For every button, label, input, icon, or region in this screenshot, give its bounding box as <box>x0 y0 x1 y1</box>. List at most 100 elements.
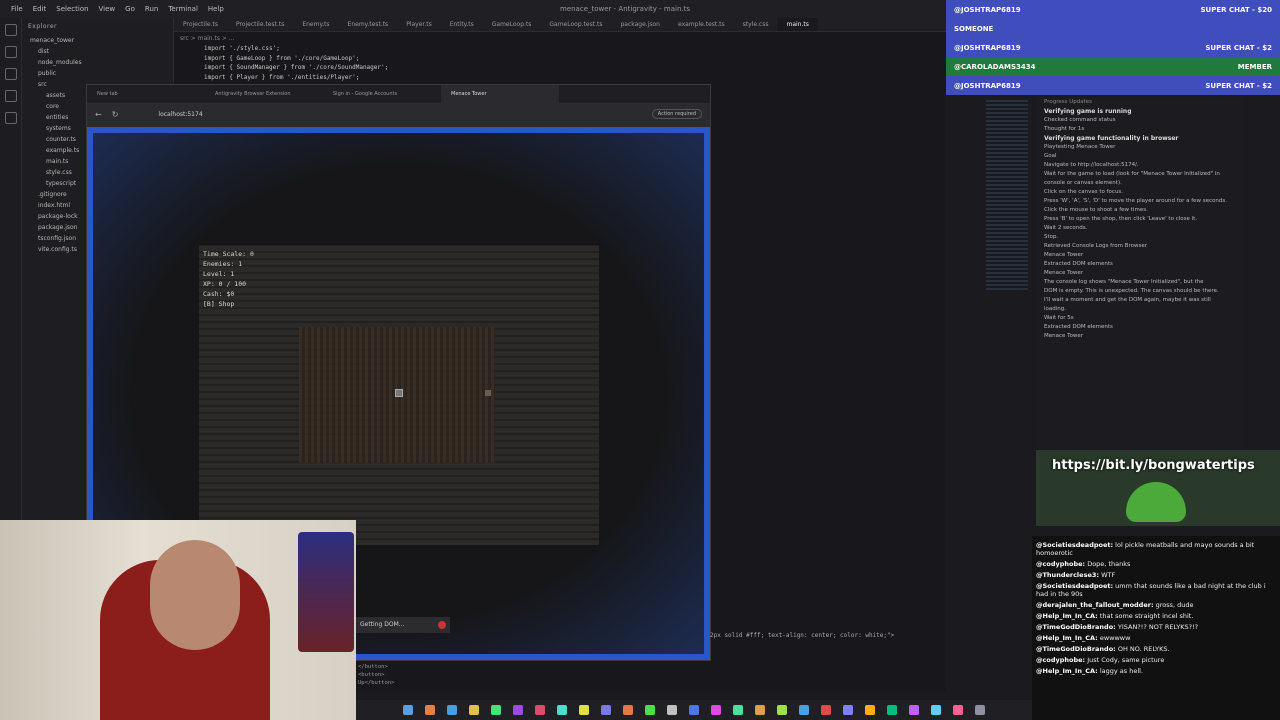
search-icon[interactable] <box>5 46 17 58</box>
gift-decoration <box>298 532 354 652</box>
editor-tab[interactable]: Player.ts <box>397 18 441 31</box>
stop-icon[interactable] <box>438 621 446 629</box>
reload-icon[interactable]: ↻ <box>112 110 119 119</box>
code-line: import './style.css'; <box>204 45 280 52</box>
tree-item[interactable]: node_modules <box>22 57 173 68</box>
source-control-icon[interactable] <box>5 68 17 80</box>
taskbar-app-icon[interactable] <box>623 705 633 715</box>
breadcrumb: src > main.ts > ... <box>180 35 235 42</box>
superchat-row: @CAROLADAMS3434 MEMBER <box>946 57 1280 76</box>
taskbar-app-icon[interactable] <box>953 705 963 715</box>
editor-tab[interactable]: GameLoop.test.ts <box>540 18 611 31</box>
promo-link: https://bit.ly/bongwatertips <box>1052 458 1255 473</box>
extensions-icon[interactable] <box>5 112 17 124</box>
menu-terminal[interactable]: Terminal <box>168 5 198 13</box>
taskbar-app-icon[interactable] <box>535 705 545 715</box>
taskbar-app-icon[interactable] <box>711 705 721 715</box>
code-fragment-bottom: </button> <button> Up</button> <box>358 663 394 687</box>
editor-tab[interactable]: example.test.ts <box>669 18 734 31</box>
address-bar[interactable]: ← ↻ localhost:5174 Action required <box>87 103 710 125</box>
agent-item: Click on the canvas to focus. <box>1044 189 1124 195</box>
taskbar-app-icon[interactable] <box>469 705 479 715</box>
taskbar-app-icon[interactable] <box>887 705 897 715</box>
menu-edit[interactable]: Edit <box>33 5 47 13</box>
taskbar-app-icon[interactable] <box>755 705 765 715</box>
game-canvas[interactable]: Time Scale: 0 Enemies: 1 Level: 1 XP: 0 / 1… <box>199 245 599 545</box>
taskbar-app-icon[interactable] <box>491 705 501 715</box>
taskbar-app-icon[interactable] <box>557 705 567 715</box>
taskbar-app-icon[interactable] <box>579 705 589 715</box>
agent-item: Wait 2 seconds. <box>1044 225 1088 231</box>
taskbar-app-icon[interactable] <box>513 705 523 715</box>
taskbar-app-icon[interactable] <box>931 705 941 715</box>
editor-tab[interactable]: Projectile.ts <box>174 18 227 31</box>
menu-go[interactable]: Go <box>125 5 135 13</box>
back-icon[interactable]: ← <box>95 110 102 119</box>
taskbar-app-icon[interactable] <box>777 705 787 715</box>
editor-tab[interactable]: main.ts <box>777 18 818 31</box>
editor-tab[interactable]: Enemy.test.ts <box>339 18 398 31</box>
chat-message: @Help_Im_In_CA: that some straight incel… <box>1036 612 1276 620</box>
tree-item[interactable]: public <box>22 68 173 79</box>
chat-text: laggy as hell. <box>1099 667 1144 675</box>
chat-user: @codyphobe: <box>1036 656 1086 664</box>
agent-item: Click the mouse to shoot a few times. <box>1044 207 1148 213</box>
hud-line: Level: 1 <box>203 270 235 278</box>
taskbar-app-icon[interactable] <box>425 705 435 715</box>
agent-items: Verifying game is running Checked command… <box>1036 107 1244 341</box>
agent-item: Extracted DOM elements <box>1044 261 1113 267</box>
taskbar-app-icon[interactable] <box>645 705 655 715</box>
agent-item: Thought for 1s <box>1044 126 1085 132</box>
url-text[interactable]: localhost:5174 <box>158 111 202 118</box>
editor-tab[interactable]: Enemy.ts <box>293 18 338 31</box>
browser-tab[interactable]: Menace Tower <box>441 85 559 103</box>
taskbar-app-icon[interactable] <box>843 705 853 715</box>
taskbar-app-icon[interactable] <box>975 705 985 715</box>
agent-item: Stop. <box>1044 234 1059 240</box>
tree-item[interactable]: dist <box>22 46 173 57</box>
taskbar-app-icon[interactable] <box>667 705 677 715</box>
action-required-badge[interactable]: Action required <box>651 109 702 119</box>
editor-tab[interactable]: Projectile.test.ts <box>227 18 293 31</box>
editor-tab[interactable]: GameLoop.ts <box>483 18 541 31</box>
menu-file[interactable]: File <box>11 5 23 13</box>
superchat-label: SUPER CHAT - $20 <box>1200 5 1272 14</box>
taskbar-app-icon[interactable] <box>601 705 611 715</box>
chat-text: ewwwww <box>1099 634 1131 642</box>
taskbar-app-icon[interactable] <box>821 705 831 715</box>
minimap[interactable] <box>986 100 1028 290</box>
editor-tab[interactable]: style.css <box>734 18 778 31</box>
editor-tab[interactable]: package.json <box>611 18 669 31</box>
menu-view[interactable]: View <box>99 5 116 13</box>
browser-tab[interactable]: Sign in - Google Accounts <box>323 91 441 97</box>
code-line: <button> <box>358 672 385 678</box>
agent-item: loading. <box>1044 306 1067 312</box>
editor-tab[interactable]: Entity.ts <box>441 18 483 31</box>
menu-help[interactable]: Help <box>208 5 224 13</box>
agent-item: The console log shows "Menace Tower Init… <box>1044 279 1204 285</box>
explorer-title: Explorer <box>28 23 57 30</box>
tree-item[interactable]: menace_tower <box>22 35 173 46</box>
taskbar-app-icon[interactable] <box>799 705 809 715</box>
ide-menubar: File Edit Selection View Go Run Terminal Help me… <box>0 0 946 18</box>
browser-tab[interactable]: New tab <box>87 91 205 97</box>
frog-icon <box>1126 482 1186 522</box>
chat-user: @Help_Im_In_CA: <box>1036 634 1098 642</box>
run-debug-icon[interactable] <box>5 90 17 102</box>
taskbar-app-icon[interactable] <box>447 705 457 715</box>
taskbar-app-icon[interactable] <box>689 705 699 715</box>
browser-tab[interactable]: Antigravity Browser Extension <box>205 91 323 97</box>
agent-item: Goal <box>1044 153 1057 159</box>
agent-item: Wait for the game to load (look for "Men… <box>1044 171 1220 177</box>
menu-run[interactable]: Run <box>145 5 158 13</box>
taskbar-app-icon[interactable] <box>403 705 413 715</box>
live-chat: @Societiesdeadpoet: lol pickle meatballs… <box>1032 536 1280 720</box>
menu-selection[interactable]: Selection <box>56 5 88 13</box>
files-icon[interactable] <box>5 24 17 36</box>
taskbar-app-icon[interactable] <box>733 705 743 715</box>
taskbar-app-icon[interactable] <box>865 705 875 715</box>
superchat-list: @JOSHTRAP6819 SUPER CHAT - $20 SOMEONE @JOS… <box>946 0 1280 98</box>
activity-bar <box>0 18 22 520</box>
taskbar-app-icon[interactable] <box>909 705 919 715</box>
code-lines: import './style.css'; import { GameLoop }… <box>174 45 946 83</box>
